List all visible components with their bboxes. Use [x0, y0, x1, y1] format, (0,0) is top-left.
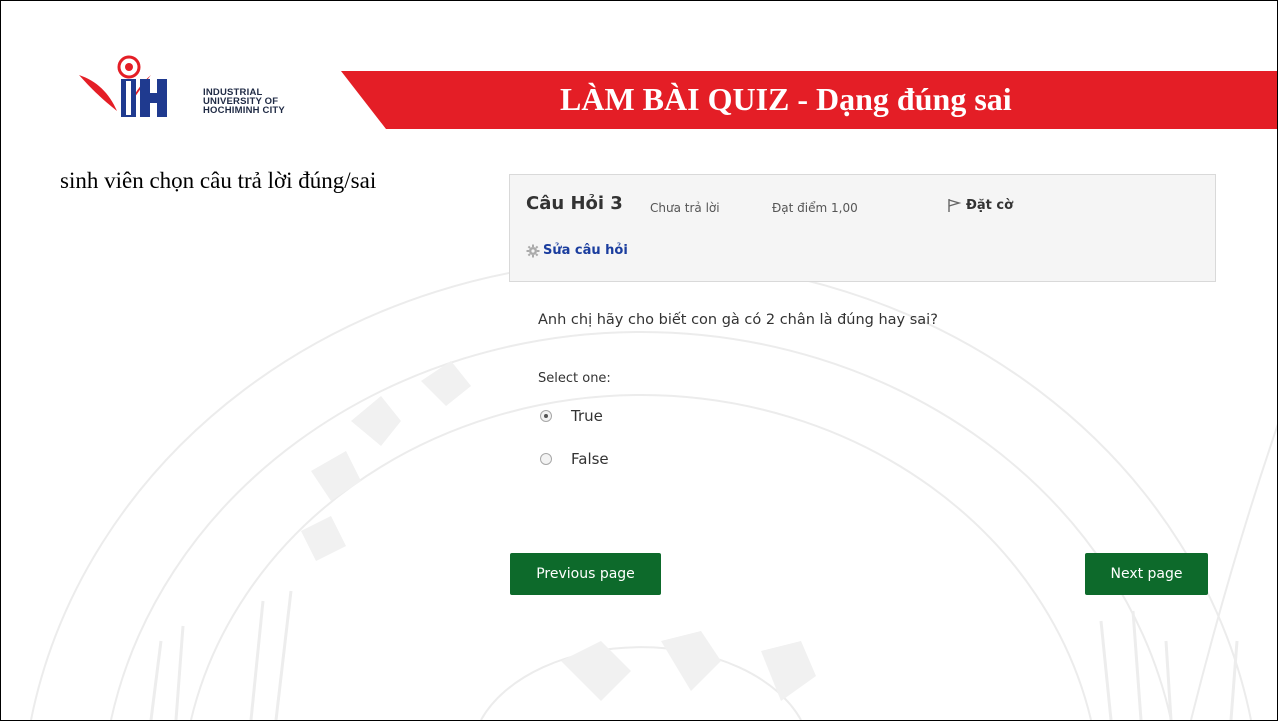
flag-question-button[interactable]: Đặt cờ: [946, 197, 1013, 213]
question-title: Câu Hỏi 3: [526, 193, 623, 214]
gear-icon: [526, 244, 540, 257]
option-false[interactable]: False: [540, 450, 609, 468]
option-false-label: False: [571, 450, 609, 468]
select-one-label: Select one:: [538, 371, 611, 386]
edit-question-link[interactable]: Sửa câu hỏi: [526, 243, 628, 258]
option-true-label: True: [571, 407, 603, 425]
edit-question-label: Sửa câu hỏi: [543, 243, 628, 258]
option-true[interactable]: True: [540, 407, 603, 425]
previous-page-button[interactable]: Previous page: [510, 553, 661, 595]
next-page-button[interactable]: Next page: [1085, 553, 1208, 595]
radio-true[interactable]: [540, 410, 552, 422]
question-text: Anh chị hãy cho biết con gà có 2 chân là…: [538, 312, 938, 328]
flag-icon: [948, 199, 962, 212]
question-info-panel: Câu Hỏi 3 Chưa trả lời Đạt điểm 1,00 Đặt…: [509, 174, 1216, 282]
question-status: Chưa trả lời: [650, 201, 720, 215]
radio-false[interactable]: [540, 453, 552, 465]
intro-text: sinh viên chọn câu trả lời đúng/sai: [60, 168, 377, 193]
logo-line-3: HOCHIMINH CITY: [203, 105, 285, 116]
question-grade: Đạt điểm 1,00: [772, 201, 858, 215]
flag-label: Đặt cờ: [966, 197, 1014, 213]
logo-text: INDUSTRIAL UNIVERSITY OF HOCHIMINH CITY: [203, 88, 285, 116]
page-title: LÀM BÀI QUIZ - Dạng đúng sai: [560, 81, 1012, 117]
